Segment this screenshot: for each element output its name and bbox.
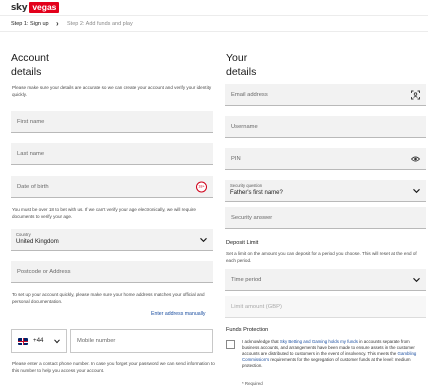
mobile-placeholder: Mobile number xyxy=(77,338,116,344)
sky-holds-funds-link[interactable]: Sky Betting and Gaming holds my funds xyxy=(280,339,358,344)
chevron-down-icon xyxy=(413,188,420,193)
time-period-select[interactable]: Time period xyxy=(225,269,426,291)
security-question-select[interactable]: Security question Father's first name? xyxy=(225,180,426,202)
top-bar: sky vegas xyxy=(0,0,428,16)
first-name-field[interactable]: First name xyxy=(11,111,213,133)
funds-protection-text: I acknowledge that Sky Betting and Gamin… xyxy=(242,339,417,368)
chevron-down-icon xyxy=(413,277,420,282)
last-name-placeholder: Last name xyxy=(17,151,45,157)
time-period-placeholder: Time period xyxy=(231,277,262,283)
age-18-plus-icon: 18+ xyxy=(196,181,207,192)
email-field[interactable]: Email address xyxy=(225,84,426,106)
dial-code-select[interactable]: +44 xyxy=(11,329,67,353)
required-note: * Required xyxy=(242,381,263,386)
mobile-number-field[interactable]: Mobile number xyxy=(70,329,213,353)
eye-icon[interactable] xyxy=(411,155,420,162)
country-value: United Kingdom xyxy=(16,239,59,245)
uk-flag-icon xyxy=(18,338,28,345)
last-name-field[interactable]: Last name xyxy=(11,143,213,165)
pin-field[interactable]: PIN xyxy=(225,148,426,170)
postcode-placeholder: Postcode or Address xyxy=(17,269,71,275)
funds-protection-heading: Funds Protection xyxy=(226,327,269,333)
email-placeholder: Email address xyxy=(231,92,268,98)
deposit-limit-description: Set a limit on the amount you can deposi… xyxy=(226,251,417,263)
pin-placeholder: PIN xyxy=(231,156,241,162)
deposit-limit-heading: Deposit Limit xyxy=(226,240,259,246)
chevron-down-icon xyxy=(200,237,207,242)
security-answer-placeholder: Security answer xyxy=(231,215,273,221)
header-divider xyxy=(0,31,428,32)
username-field[interactable]: Username xyxy=(225,116,426,138)
first-name-placeholder: First name xyxy=(17,119,45,125)
country-select[interactable]: Country United Kingdom xyxy=(11,229,213,251)
username-placeholder: Username xyxy=(231,124,258,130)
sky-vegas-logo[interactable]: sky vegas xyxy=(11,2,60,13)
account-intro-text: Please make sure your details are accura… xyxy=(12,85,212,97)
step-2-label: Step 2: Add funds and play xyxy=(67,21,133,27)
id-scan-icon[interactable] xyxy=(411,90,420,99)
funds-protection-checkbox[interactable] xyxy=(226,340,235,349)
logo-vegas-text: vegas xyxy=(29,2,60,13)
country-label: Country xyxy=(16,232,31,237)
your-details-title: Your details xyxy=(226,52,257,78)
dial-code-value: +44 xyxy=(33,337,44,344)
chevron-down-icon xyxy=(54,339,60,344)
enter-address-manually-link[interactable]: Enter address manually xyxy=(151,311,206,317)
logo-sky-text: sky xyxy=(11,2,28,13)
age-note-text: You must be over 18 to bet with us. If w… xyxy=(12,207,196,219)
phone-note-text: Please enter a contact phone number. In … xyxy=(12,361,215,373)
signup-steps: Step 1: Sign up › Step 2: Add funds and … xyxy=(0,16,428,32)
security-question-value: Father's first name? xyxy=(230,190,283,196)
dob-placeholder: Date of birth xyxy=(17,184,49,190)
limit-amount-placeholder: Limit amount (GBP) xyxy=(231,304,282,310)
postcode-field[interactable]: Postcode or Address xyxy=(11,261,213,283)
limit-amount-field[interactable]: Limit amount (GBP) xyxy=(225,296,426,318)
date-of-birth-field[interactable]: Date of birth 18+ xyxy=(11,176,213,198)
account-details-title: Account details xyxy=(11,52,49,78)
address-note-text: To set up your account quickly, please m… xyxy=(12,292,205,304)
step-1-label: Step 1: Sign up xyxy=(11,21,49,27)
chevron-right-icon: › xyxy=(56,19,59,28)
security-answer-field[interactable]: Security answer xyxy=(225,207,426,229)
security-question-label: Security question xyxy=(230,183,263,188)
